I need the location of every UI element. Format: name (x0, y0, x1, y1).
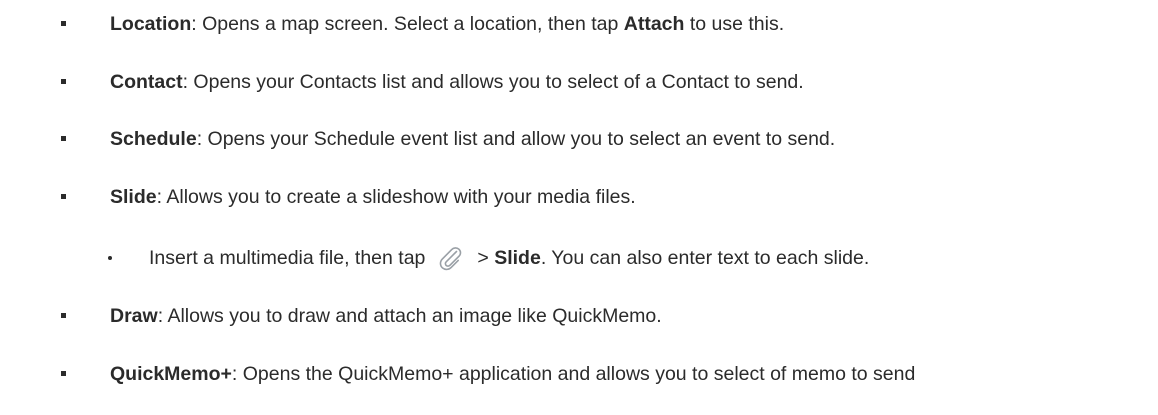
bullet-square (61, 371, 66, 376)
list-item-draw: Draw: Allows you to draw and attach an i… (110, 301, 662, 331)
term-slide: Slide (110, 186, 157, 208)
desc-quickmemo: : Opens the QuickMemo+ application and a… (231, 363, 916, 385)
term-quickmemo: QuickMemo+ (110, 363, 232, 385)
desc-schedule: : Opens your Schedule event list and all… (196, 128, 836, 150)
bullet-square (61, 313, 66, 318)
sub-desc-gt: > (477, 247, 495, 269)
bullet-square (61, 21, 66, 26)
sub-list-item-insert: Insert a multimedia file, then tap > Sli… (149, 243, 869, 273)
term-draw: Draw (110, 305, 158, 327)
term-slide-sub: Slide (494, 247, 541, 269)
sub-desc-pre: Insert a multimedia file, then tap (149, 247, 426, 269)
desc-location-b: to use this. (684, 13, 785, 35)
desc-location-a: : Opens a map screen. Select a location,… (191, 13, 624, 35)
bullet-square (61, 194, 66, 199)
desc-draw: : Allows you to draw and attach an image… (157, 305, 662, 327)
desc-contact: : Opens your Contacts list and allows yo… (182, 71, 804, 93)
term-schedule: Schedule (110, 128, 197, 150)
bullet-square (61, 136, 66, 141)
list-item-location: Location: Opens a map screen. Select a l… (110, 9, 784, 39)
sub-desc-post: . You can also enter text to each slide. (540, 247, 870, 269)
bullet-square (61, 79, 66, 84)
list-item-slide: Slide: Allows you to create a slideshow … (110, 182, 636, 212)
term-location: Location (110, 13, 192, 35)
term-attach: Attach (623, 13, 685, 35)
paperclip-icon (440, 247, 462, 271)
term-contact: Contact (110, 71, 183, 93)
desc-slide: : Allows you to create a slideshow with … (156, 186, 636, 208)
list-item-contact: Contact: Opens your Contacts list and al… (110, 67, 804, 97)
bullet-dot (108, 256, 112, 260)
list-item-schedule: Schedule: Opens your Schedule event list… (110, 124, 835, 154)
list-item-quickmemo: QuickMemo+: Opens the QuickMemo+ applica… (110, 359, 915, 389)
